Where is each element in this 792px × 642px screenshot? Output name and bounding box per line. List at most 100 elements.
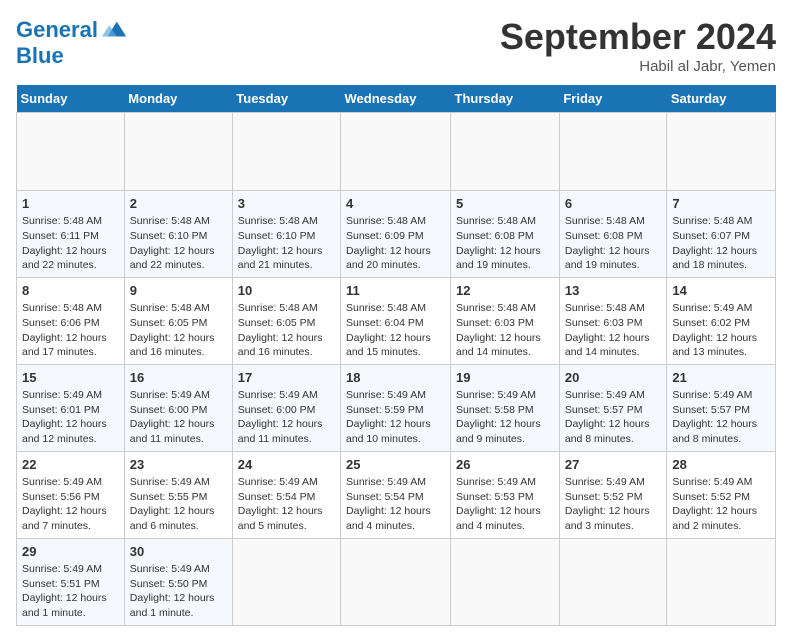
day-info: Sunset: 6:08 PM xyxy=(565,229,662,244)
calendar-cell xyxy=(341,538,451,625)
day-info: and 4 minutes. xyxy=(346,519,445,534)
calendar-cell: 19Sunrise: 5:49 AMSunset: 5:58 PMDayligh… xyxy=(451,364,560,451)
day-info: and 20 minutes. xyxy=(346,258,445,273)
day-info: Daylight: 12 hours xyxy=(456,244,554,259)
day-number: 24 xyxy=(238,456,335,474)
weekday-header-row: SundayMondayTuesdayWednesdayThursdayFrid… xyxy=(17,85,776,113)
calendar-cell xyxy=(232,113,340,191)
calendar-cell xyxy=(559,538,667,625)
week-row-1: 1Sunrise: 5:48 AMSunset: 6:11 PMDaylight… xyxy=(17,191,776,278)
day-info: Daylight: 12 hours xyxy=(565,504,662,519)
calendar-cell: 12Sunrise: 5:48 AMSunset: 6:03 PMDayligh… xyxy=(451,277,560,364)
day-info: Sunset: 6:01 PM xyxy=(22,403,119,418)
day-number: 20 xyxy=(565,369,662,387)
week-row-3: 15Sunrise: 5:49 AMSunset: 6:01 PMDayligh… xyxy=(17,364,776,451)
day-number: 25 xyxy=(346,456,445,474)
day-info: Daylight: 12 hours xyxy=(456,504,554,519)
day-info: and 14 minutes. xyxy=(565,345,662,360)
day-info: Sunset: 5:57 PM xyxy=(565,403,662,418)
calendar-cell: 7Sunrise: 5:48 AMSunset: 6:07 PMDaylight… xyxy=(667,191,776,278)
day-info: Daylight: 12 hours xyxy=(346,504,445,519)
logo-text2: Blue xyxy=(16,44,128,68)
day-info: Sunrise: 5:49 AM xyxy=(672,388,770,403)
day-info: Sunset: 5:57 PM xyxy=(672,403,770,418)
logo-icon xyxy=(100,16,128,44)
day-info: Sunset: 6:10 PM xyxy=(238,229,335,244)
day-number: 2 xyxy=(130,195,227,213)
day-info: Sunset: 5:54 PM xyxy=(238,490,335,505)
calendar-cell xyxy=(451,538,560,625)
calendar-cell: 21Sunrise: 5:49 AMSunset: 5:57 PMDayligh… xyxy=(667,364,776,451)
day-info: Sunset: 6:07 PM xyxy=(672,229,770,244)
day-info: and 7 minutes. xyxy=(22,519,119,534)
day-info: Sunrise: 5:48 AM xyxy=(672,214,770,229)
calendar-cell: 1Sunrise: 5:48 AMSunset: 6:11 PMDaylight… xyxy=(17,191,125,278)
day-info: Sunset: 6:00 PM xyxy=(238,403,335,418)
day-info: and 1 minute. xyxy=(130,606,227,621)
calendar-cell: 14Sunrise: 5:49 AMSunset: 6:02 PMDayligh… xyxy=(667,277,776,364)
day-info: Sunset: 6:00 PM xyxy=(130,403,227,418)
calendar-cell: 5Sunrise: 5:48 AMSunset: 6:08 PMDaylight… xyxy=(451,191,560,278)
calendar-cell xyxy=(17,113,125,191)
day-number: 27 xyxy=(565,456,662,474)
day-info: Sunrise: 5:49 AM xyxy=(565,475,662,490)
calendar-cell: 22Sunrise: 5:49 AMSunset: 5:56 PMDayligh… xyxy=(17,451,125,538)
day-info: Daylight: 12 hours xyxy=(672,244,770,259)
calendar-cell: 30Sunrise: 5:49 AMSunset: 5:50 PMDayligh… xyxy=(124,538,232,625)
day-info: Daylight: 12 hours xyxy=(346,331,445,346)
day-number: 28 xyxy=(672,456,770,474)
day-info: Sunset: 6:08 PM xyxy=(456,229,554,244)
day-info: Sunset: 5:54 PM xyxy=(346,490,445,505)
day-info: and 17 minutes. xyxy=(22,345,119,360)
day-info: Sunrise: 5:49 AM xyxy=(130,475,227,490)
day-info: Sunrise: 5:48 AM xyxy=(238,301,335,316)
day-info: Sunset: 5:58 PM xyxy=(456,403,554,418)
day-number: 9 xyxy=(130,282,227,300)
day-info: Daylight: 12 hours xyxy=(565,417,662,432)
day-info: Sunrise: 5:49 AM xyxy=(22,562,119,577)
month-title: September 2024 xyxy=(500,16,776,58)
day-number: 12 xyxy=(456,282,554,300)
day-info: Sunset: 5:50 PM xyxy=(130,577,227,592)
calendar-cell: 24Sunrise: 5:49 AMSunset: 5:54 PMDayligh… xyxy=(232,451,340,538)
day-info: and 10 minutes. xyxy=(346,432,445,447)
calendar-cell: 26Sunrise: 5:49 AMSunset: 5:53 PMDayligh… xyxy=(451,451,560,538)
calendar-cell: 15Sunrise: 5:49 AMSunset: 6:01 PMDayligh… xyxy=(17,364,125,451)
day-info: and 22 minutes. xyxy=(22,258,119,273)
day-info: Sunrise: 5:49 AM xyxy=(22,388,119,403)
weekday-header-friday: Friday xyxy=(559,85,667,113)
calendar-cell: 29Sunrise: 5:49 AMSunset: 5:51 PMDayligh… xyxy=(17,538,125,625)
day-number: 5 xyxy=(456,195,554,213)
week-row-5: 29Sunrise: 5:49 AMSunset: 5:51 PMDayligh… xyxy=(17,538,776,625)
day-number: 4 xyxy=(346,195,445,213)
day-info: Sunrise: 5:49 AM xyxy=(346,475,445,490)
day-info: Sunset: 6:09 PM xyxy=(346,229,445,244)
day-info: Sunrise: 5:49 AM xyxy=(238,475,335,490)
day-info: Daylight: 12 hours xyxy=(130,244,227,259)
day-number: 3 xyxy=(238,195,335,213)
day-info: Sunset: 6:03 PM xyxy=(565,316,662,331)
day-info: Sunrise: 5:48 AM xyxy=(130,214,227,229)
day-number: 19 xyxy=(456,369,554,387)
calendar-cell: 4Sunrise: 5:48 AMSunset: 6:09 PMDaylight… xyxy=(341,191,451,278)
calendar-cell: 10Sunrise: 5:48 AMSunset: 6:05 PMDayligh… xyxy=(232,277,340,364)
day-info: and 11 minutes. xyxy=(238,432,335,447)
location: Habil al Jabr, Yemen xyxy=(500,58,776,75)
day-info: Daylight: 12 hours xyxy=(456,331,554,346)
weekday-header-sunday: Sunday xyxy=(17,85,125,113)
day-info: Sunset: 6:05 PM xyxy=(238,316,335,331)
day-info: Sunrise: 5:49 AM xyxy=(456,388,554,403)
weekday-header-tuesday: Tuesday xyxy=(232,85,340,113)
day-info: Sunrise: 5:48 AM xyxy=(130,301,227,316)
page-header: General Blue September 2024 Habil al Jab… xyxy=(16,16,776,75)
calendar-table: SundayMondayTuesdayWednesdayThursdayFrid… xyxy=(16,85,776,626)
day-info: Sunset: 5:53 PM xyxy=(456,490,554,505)
day-info: Daylight: 12 hours xyxy=(565,244,662,259)
day-info: Daylight: 12 hours xyxy=(130,504,227,519)
day-number: 15 xyxy=(22,369,119,387)
day-info: and 18 minutes. xyxy=(672,258,770,273)
day-number: 17 xyxy=(238,369,335,387)
day-info: Daylight: 12 hours xyxy=(672,504,770,519)
day-info: Sunset: 6:05 PM xyxy=(130,316,227,331)
calendar-cell xyxy=(667,538,776,625)
